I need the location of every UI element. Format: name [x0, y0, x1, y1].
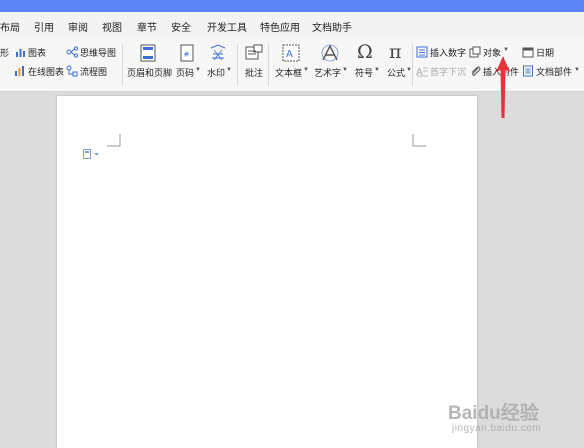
menu-tab-references[interactable]: 引用 [34, 19, 54, 34]
comment-button[interactable]: 批注 [245, 66, 263, 79]
watermark-dropdown-icon[interactable]: ▼ [226, 67, 232, 73]
object-dropdown-icon[interactable]: ▼ [503, 47, 509, 53]
paste-options-icon[interactable] [83, 146, 101, 164]
insert-number-icon [416, 45, 428, 63]
doc-parts-button[interactable]: 文档部件 [536, 65, 572, 78]
header-footer-icon [140, 44, 156, 67]
page-number-dropdown-icon[interactable]: ▼ [195, 67, 201, 73]
page-number-icon: # [180, 44, 194, 67]
title-bar [0, 0, 584, 12]
online-chart-button[interactable]: 在线图表 [28, 65, 64, 78]
symbol-button[interactable]: 符号 [355, 66, 373, 79]
svg-text:#: # [184, 51, 190, 59]
shape-button-label[interactable]: 形 [0, 46, 9, 59]
document-page[interactable] [57, 96, 477, 448]
doc-parts-icon [522, 64, 534, 82]
margin-corner-top-left [107, 134, 121, 147]
margin-corner-top-right [412, 134, 426, 147]
annotation-arrow [496, 56, 510, 118]
menu-tab-security[interactable]: 安全 [171, 19, 191, 34]
symbol-dropdown-icon[interactable]: ▼ [374, 67, 380, 73]
omega-symbol-icon: Ω [357, 41, 373, 63]
chart-icon [15, 45, 26, 63]
menu-tab-section[interactable]: 章节 [137, 19, 157, 34]
ribbon-separator [268, 44, 269, 86]
svg-text:A: A [286, 49, 293, 60]
wordart-icon [321, 44, 339, 67]
date-button[interactable]: 日期 [536, 46, 554, 59]
watermark-icon [209, 44, 227, 67]
menu-tab-view[interactable]: 视图 [102, 19, 122, 34]
page-number-button[interactable]: 页码 [176, 66, 194, 79]
online-chart-icon [14, 64, 26, 82]
flowchart-icon [66, 64, 78, 82]
menu-bar: 布局 引用 审阅 视图 章节 安全 开发工具 特色应用 文档助手 [0, 12, 584, 39]
chart-button[interactable]: 图表 [28, 46, 46, 59]
baidu-watermark-url: jingyan.baidu.com [452, 423, 542, 434]
header-footer-button[interactable]: 页眉和页脚 [127, 66, 172, 79]
menu-tab-dev-tools[interactable]: 开发工具 [207, 19, 247, 34]
textbox-icon: A [282, 44, 300, 67]
insert-number-button[interactable]: 插入数字 [430, 46, 466, 59]
first-letter-sink-button: 首字下沉 [430, 67, 467, 77]
object-icon [469, 45, 481, 63]
comment-icon [245, 44, 263, 67]
mind-map-icon [66, 45, 79, 63]
wordart-button[interactable]: 艺术字 [314, 66, 341, 79]
ribbon-separator [237, 44, 238, 86]
formula-button[interactable]: 公式 [387, 66, 405, 79]
pi-formula-icon: π [389, 41, 402, 63]
menu-tab-review[interactable]: 审阅 [68, 19, 88, 34]
mind-map-button[interactable]: 思维导图 [80, 46, 116, 59]
watermark-button[interactable]: 水印 [207, 66, 225, 79]
wordart-dropdown-icon[interactable]: ▼ [342, 67, 348, 73]
flowchart-button[interactable]: 流程图 [80, 65, 107, 78]
textbox-button[interactable]: 文本框 [275, 66, 302, 79]
paperclip-icon [469, 64, 481, 82]
ribbon-separator [412, 44, 413, 86]
menu-tab-special-apps[interactable]: 特色应用 [260, 19, 300, 34]
doc-parts-dropdown-icon[interactable]: ▼ [574, 67, 580, 73]
menu-tab-doc-assistant[interactable]: 文档助手 [312, 19, 352, 34]
ribbon-separator [122, 44, 123, 86]
menu-tab-layout[interactable]: 布局 [0, 19, 20, 34]
baidu-watermark-logo: Baidu经验 [448, 403, 539, 424]
textbox-dropdown-icon[interactable]: ▼ [303, 67, 309, 73]
first-letter-sink-icon: A [416, 64, 428, 82]
calendar-icon [522, 45, 534, 63]
